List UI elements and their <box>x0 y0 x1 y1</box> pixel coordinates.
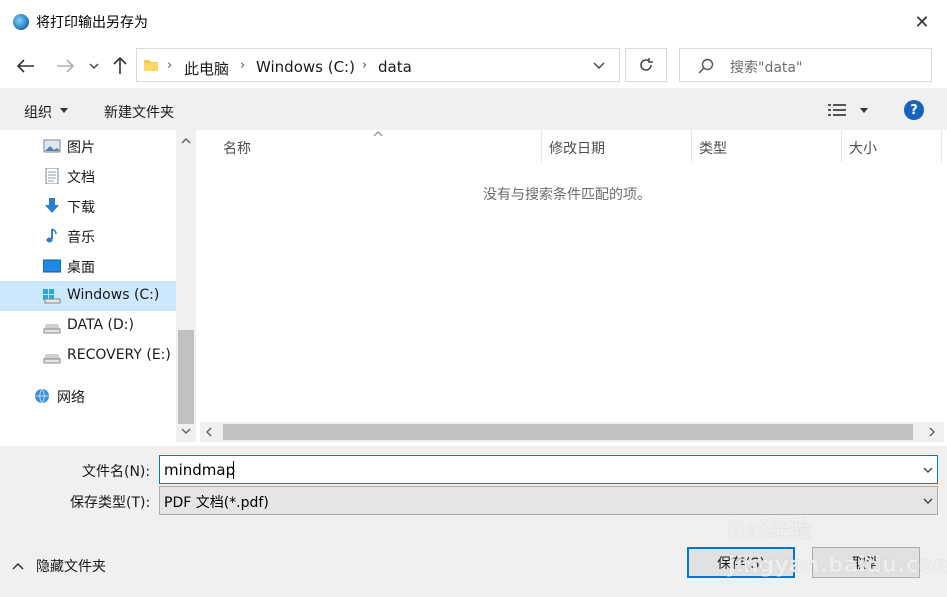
nav-item-label: RECOVERY (E:) <box>67 347 171 363</box>
close-button[interactable]: ✕ <box>904 8 940 36</box>
nav-item-label: DATA (D:) <box>67 317 134 333</box>
title-bar: 将打印输出另存为 ✕ <box>0 0 947 44</box>
chevron-up-icon <box>12 562 24 570</box>
nav-item-documents[interactable]: 文档 <box>0 161 176 191</box>
recent-locations-button[interactable] <box>84 53 104 79</box>
nav-item-label: Windows (C:) <box>67 287 160 303</box>
breadcrumb-separator: › <box>240 58 246 73</box>
sort-ascending-icon <box>373 131 383 137</box>
drive-icon <box>43 324 61 334</box>
column-header-type[interactable]: 类型 <box>699 138 727 158</box>
drive-icon <box>43 354 61 364</box>
chevron-right-icon[interactable] <box>929 427 935 437</box>
nav-item-label: 桌面 <box>67 260 95 276</box>
refresh-icon <box>640 58 653 71</box>
save-button[interactable]: 保存(S) <box>687 547 795 578</box>
search-placeholder: 搜索"data" <box>730 60 803 76</box>
forward-button[interactable] <box>52 53 78 79</box>
filetype-select[interactable]: PDF 文档(*.pdf) <box>159 486 938 515</box>
nav-item-pictures[interactable]: 图片 <box>0 131 176 161</box>
up-button[interactable] <box>107 53 133 79</box>
search-icon <box>698 58 714 74</box>
nav-item-recovery-e[interactable]: RECOVERY (E:) <box>0 341 176 371</box>
nav-item-label: 图片 <box>67 140 95 156</box>
close-icon: ✕ <box>914 11 930 33</box>
chevron-down-icon <box>923 498 933 504</box>
chevron-up-icon[interactable] <box>181 138 191 144</box>
filename-value: mindmap <box>164 461 236 479</box>
help-button[interactable]: ? <box>904 100 924 120</box>
nav-scrollbar-thumb[interactable] <box>178 330 194 424</box>
chevron-left-icon[interactable] <box>206 427 212 437</box>
address-bar[interactable]: › 此电脑 › Windows (C:) › data <box>136 48 620 82</box>
save-button-label: 保存(S) <box>717 555 765 572</box>
filetype-value: PDF 文档(*.pdf) <box>164 495 269 511</box>
windows-drive-icon <box>43 289 61 304</box>
filetype-label: 保存类型(T): <box>70 495 151 511</box>
nav-item-label: 文档 <box>67 170 95 186</box>
filename-label: 文件名(N): <box>82 464 151 480</box>
nav-item-music[interactable]: 音乐 <box>0 221 176 251</box>
cancel-button[interactable]: 取消 <box>812 547 920 578</box>
address-dropdown-button[interactable] <box>593 62 605 69</box>
column-divider[interactable] <box>691 130 692 162</box>
nav-item-label: 下载 <box>67 200 95 216</box>
nav-item-network[interactable]: 网络 <box>0 381 176 411</box>
navigation-pane: 图片 文档 下载 音乐 桌面 Windows (C:) DATA (D:) RE… <box>0 130 196 442</box>
nav-item-label: 网络 <box>57 390 85 406</box>
organize-button[interactable]: 组织 <box>24 102 52 122</box>
empty-results-message: 没有与搜索条件匹配的项。 <box>483 187 651 203</box>
breadcrumb-windows-c[interactable]: Windows (C:) <box>256 58 355 76</box>
breadcrumb-separator: › <box>167 58 173 73</box>
column-header-size[interactable]: 大小 <box>849 138 877 158</box>
chevron-down-icon[interactable] <box>181 428 191 434</box>
up-arrow-icon <box>113 57 127 74</box>
breadcrumb-this-pc[interactable]: 此电脑 <box>184 58 229 79</box>
forward-arrow-icon <box>57 59 74 73</box>
breadcrumb-data[interactable]: data <box>378 58 412 76</box>
nav-item-label: 音乐 <box>67 230 95 246</box>
back-arrow-icon <box>17 59 34 73</box>
folder-icon <box>144 60 158 71</box>
column-divider[interactable] <box>841 130 842 162</box>
breadcrumb-separator: › <box>362 58 368 73</box>
chevron-down-icon <box>593 62 605 69</box>
search-box[interactable]: 搜索"data" <box>679 48 932 82</box>
network-icon <box>35 388 49 404</box>
documents-icon <box>45 168 59 184</box>
help-icon: ? <box>910 102 918 118</box>
caret-down-icon[interactable] <box>860 108 868 113</box>
caret-down-icon <box>60 108 68 113</box>
hide-folders-label: 隐藏文件夹 <box>36 559 106 575</box>
back-button[interactable] <box>13 53 39 79</box>
chevron-down-icon[interactable] <box>923 467 933 473</box>
desktop-icon <box>43 259 61 273</box>
column-header-date-modified[interactable]: 修改日期 <box>549 138 605 158</box>
hide-folders-button[interactable]: 隐藏文件夹 <box>12 556 106 576</box>
nav-item-downloads[interactable]: 下载 <box>0 191 176 221</box>
details-view-icon <box>828 104 846 116</box>
file-list-scrollbar-thumb[interactable] <box>223 424 913 440</box>
refresh-button[interactable] <box>625 48 667 82</box>
app-icon <box>13 14 29 30</box>
pictures-icon <box>43 139 61 153</box>
window-title: 将打印输出另存为 <box>36 15 148 31</box>
toolbar: 组织 新建文件夹 ? <box>0 88 947 130</box>
chevron-down-icon <box>89 63 99 69</box>
filename-input[interactable]: mindmap <box>159 455 938 484</box>
column-header-name[interactable]: 名称 <box>223 138 251 158</box>
cancel-button-label: 取消 <box>852 555 880 572</box>
new-folder-button[interactable]: 新建文件夹 <box>104 102 174 122</box>
text-cursor <box>233 461 234 479</box>
download-icon <box>45 198 59 213</box>
view-options-button[interactable] <box>828 103 846 117</box>
nav-item-windows-c[interactable]: Windows (C:) <box>0 281 176 311</box>
music-icon <box>46 228 57 243</box>
nav-item-desktop[interactable]: 桌面 <box>0 251 176 281</box>
column-divider[interactable] <box>941 130 942 162</box>
column-divider[interactable] <box>541 130 542 162</box>
nav-item-data-d[interactable]: DATA (D:) <box>0 311 176 341</box>
